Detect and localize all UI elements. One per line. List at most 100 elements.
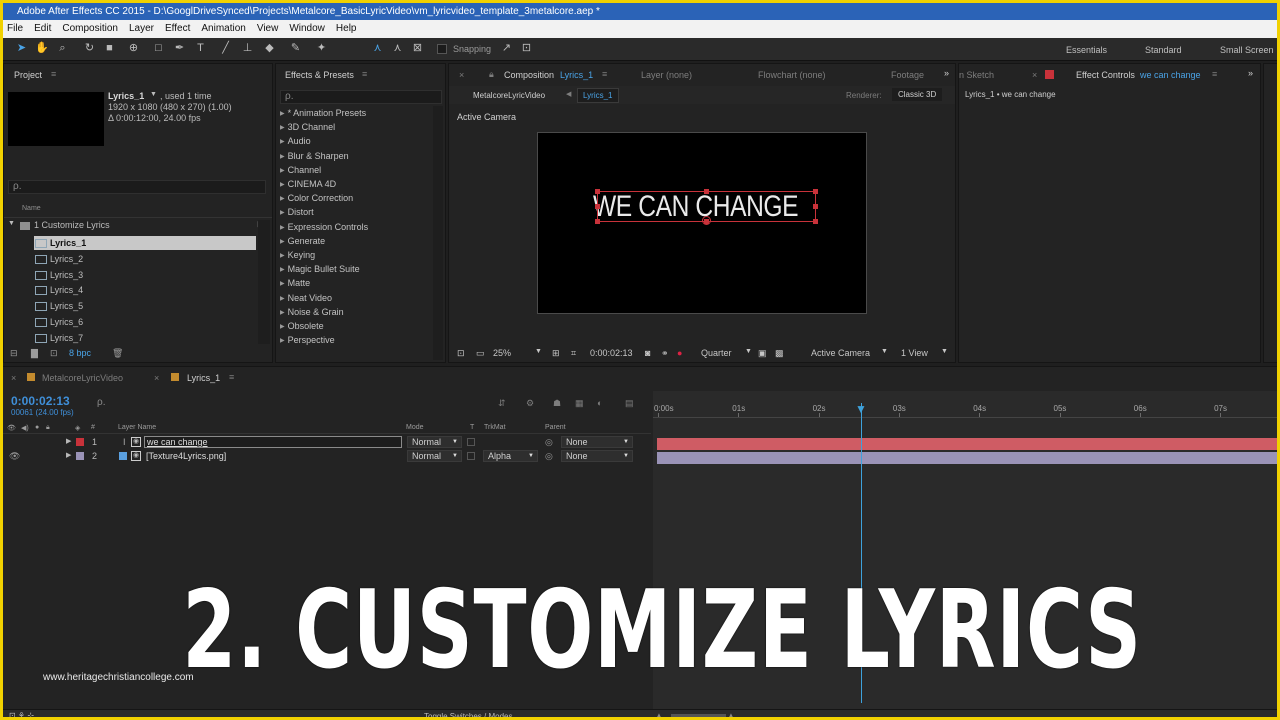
menu-effect[interactable]: Effect bbox=[165, 20, 190, 38]
layer-name-field[interactable]: we can change bbox=[144, 436, 402, 448]
expand-arrow-icon[interactable]: ▶ bbox=[66, 435, 71, 449]
effect-controls-layer[interactable]: we can change bbox=[1140, 70, 1201, 80]
pickwhip-icon[interactable]: ◎ bbox=[545, 449, 553, 463]
zoom-tool-icon[interactable]: ⌕ bbox=[56, 42, 69, 55]
expand-arrow-icon[interactable]: ▶ bbox=[66, 449, 71, 463]
toggle-switches-modes[interactable]: Toggle Switches / Modes bbox=[424, 712, 513, 717]
render-time-icon[interactable]: ⊡ ⚘ ⊹ bbox=[9, 711, 34, 717]
chevron-down-icon[interactable]: ▼ bbox=[941, 348, 948, 355]
zoom-dropdown[interactable]: 25% bbox=[493, 348, 511, 358]
snapshot-icon[interactable]: ◙ bbox=[645, 348, 650, 358]
close-icon[interactable]: × bbox=[11, 373, 16, 383]
menu-edit[interactable]: Edit bbox=[34, 20, 51, 38]
effect-category[interactable]: Expression Controls bbox=[280, 222, 369, 232]
always-preview-icon[interactable]: ⊡ bbox=[457, 348, 465, 359]
snap-edge-icon[interactable]: ↗ bbox=[500, 42, 513, 55]
effect-category[interactable]: Color Correction bbox=[280, 193, 354, 203]
mode-dropdown[interactable]: Normal bbox=[407, 436, 462, 448]
axis-view-icon[interactable]: ⊠ bbox=[411, 42, 424, 55]
layer-tab[interactable]: Layer (none) bbox=[641, 70, 692, 80]
panel-menu-icon[interactable]: ≡ bbox=[51, 69, 56, 79]
preserve-transparency-checkbox[interactable] bbox=[467, 438, 475, 446]
trkmat-dropdown[interactable]: Alpha bbox=[483, 450, 538, 462]
composition-tab-name[interactable]: Lyrics_1 bbox=[560, 70, 593, 80]
effect-category[interactable]: Keying bbox=[280, 250, 316, 260]
zoom-slider[interactable] bbox=[671, 714, 726, 717]
comp-mini-flowchart-icon[interactable]: ⇵ bbox=[498, 398, 506, 409]
layer-color-label[interactable] bbox=[76, 438, 84, 446]
type-tool-icon[interactable]: T bbox=[194, 42, 207, 55]
new-folder-icon[interactable]: ▇ bbox=[31, 348, 38, 359]
safe-margins-icon[interactable]: ⊞ bbox=[552, 348, 560, 359]
menu-composition[interactable]: Composition bbox=[62, 20, 118, 38]
more-tabs-icon[interactable]: » bbox=[1248, 68, 1253, 78]
camera-tool-icon[interactable]: ■ bbox=[103, 42, 116, 55]
effects-scrollbar[interactable] bbox=[433, 106, 443, 360]
pen-tool-icon[interactable]: ✒ bbox=[173, 42, 186, 55]
layer-color-label[interactable] bbox=[76, 452, 84, 460]
name-column-header[interactable]: Name bbox=[22, 205, 41, 212]
hand-tool-icon[interactable]: ✋ bbox=[35, 42, 49, 55]
effect-category[interactable]: Obsolete bbox=[280, 321, 324, 331]
menu-window[interactable]: Window bbox=[289, 20, 325, 38]
frame-blending-icon[interactable]: ▦ bbox=[575, 398, 584, 409]
clone-stamp-tool-icon[interactable]: ⊥ bbox=[241, 42, 254, 55]
comp-timecode[interactable]: 0:00:02:13 bbox=[590, 348, 633, 358]
eraser-tool-icon[interactable]: ◆ bbox=[263, 42, 276, 55]
timeline-tab-current[interactable]: Lyrics_1 bbox=[187, 373, 220, 383]
layer-name[interactable]: [Texture4Lyrics.png] bbox=[146, 449, 226, 463]
panel-menu-icon[interactable]: ≡ bbox=[602, 69, 607, 79]
timeline-timecode[interactable]: 0:00:02:13 bbox=[11, 394, 70, 408]
view-dropdown[interactable]: Active Camera bbox=[811, 348, 870, 358]
anchor-point-icon[interactable] bbox=[702, 216, 711, 225]
interpret-footage-icon[interactable]: ⊟ bbox=[10, 348, 18, 359]
comp-canvas[interactable]: WE CAN CHANGE bbox=[543, 134, 863, 312]
menu-layer[interactable]: Layer bbox=[129, 20, 154, 38]
project-folder[interactable]: 1 Customize Lyrics bbox=[34, 220, 110, 230]
transparency-grid-icon[interactable]: ▩ bbox=[775, 348, 784, 359]
effect-category[interactable]: Perspective bbox=[280, 335, 335, 345]
effect-category[interactable]: Generate bbox=[280, 236, 326, 246]
project-item[interactable]: Lyrics_6 bbox=[34, 315, 256, 329]
project-item[interactable]: Lyrics_4 bbox=[34, 283, 256, 297]
panel-menu-icon[interactable]: ≡ bbox=[362, 69, 367, 79]
new-comp-icon[interactable]: ⊡ bbox=[50, 348, 58, 359]
mode-dropdown[interactable]: Normal bbox=[407, 450, 462, 462]
zoom-in-icon[interactable]: ▲ bbox=[727, 711, 735, 717]
eye-icon[interactable]: 👁︎ bbox=[9, 449, 20, 463]
project-item[interactable]: Lyrics_3 bbox=[34, 268, 256, 282]
parent-dropdown[interactable]: None bbox=[561, 450, 633, 462]
transform-handle[interactable] bbox=[813, 219, 818, 224]
layer-duration-bar[interactable] bbox=[657, 452, 1277, 464]
chevron-left-icon[interactable]: ◀ bbox=[566, 90, 571, 98]
roto-brush-tool-icon[interactable]: ✎ bbox=[289, 42, 302, 55]
menu-file[interactable]: File bbox=[7, 20, 23, 38]
region-of-interest-icon[interactable]: ▣ bbox=[758, 348, 767, 359]
transform-handle[interactable] bbox=[595, 219, 600, 224]
close-icon[interactable]: × bbox=[154, 373, 159, 383]
col-layer-name[interactable]: Layer Name bbox=[118, 424, 156, 431]
text-bounding-box[interactable] bbox=[595, 189, 818, 225]
menu-view[interactable]: View bbox=[257, 20, 279, 38]
motion-blur-icon[interactable]: ◐ bbox=[597, 398, 602, 408]
monitor-icon[interactable]: ▭ bbox=[476, 348, 485, 359]
project-tab[interactable]: Project bbox=[14, 70, 42, 80]
effect-category[interactable]: Channel bbox=[280, 165, 322, 175]
color-channel-icon[interactable]: ● bbox=[677, 348, 682, 358]
shape-tool-icon[interactable]: □ bbox=[152, 42, 165, 55]
more-tabs-icon[interactable]: » bbox=[944, 68, 949, 78]
chevron-down-icon[interactable]: ▼ bbox=[535, 348, 542, 355]
chevron-down-icon[interactable]: ▼ bbox=[745, 348, 752, 355]
show-snapshot-icon[interactable]: ⚭ bbox=[661, 348, 669, 359]
effect-category[interactable]: 3D Channel bbox=[280, 122, 336, 132]
workspace-small-screen[interactable]: Small Screen bbox=[1220, 45, 1274, 55]
project-item[interactable]: Lyrics_7 bbox=[34, 331, 256, 345]
bpc-label[interactable]: 8 bpc bbox=[69, 348, 91, 358]
effects-tab[interactable]: Effects & Presets bbox=[285, 70, 354, 80]
effect-category[interactable]: Noise & Grain bbox=[280, 307, 344, 317]
mask-visibility-icon[interactable]: ⌗ bbox=[571, 348, 576, 359]
effects-search-input[interactable]: ρ. bbox=[280, 90, 442, 104]
effect-category[interactable]: Magic Bullet Suite bbox=[280, 264, 360, 274]
breadcrumb-parent[interactable]: MetalcoreLyricVideo bbox=[473, 91, 545, 100]
effect-category[interactable]: * Animation Presets bbox=[280, 108, 367, 118]
